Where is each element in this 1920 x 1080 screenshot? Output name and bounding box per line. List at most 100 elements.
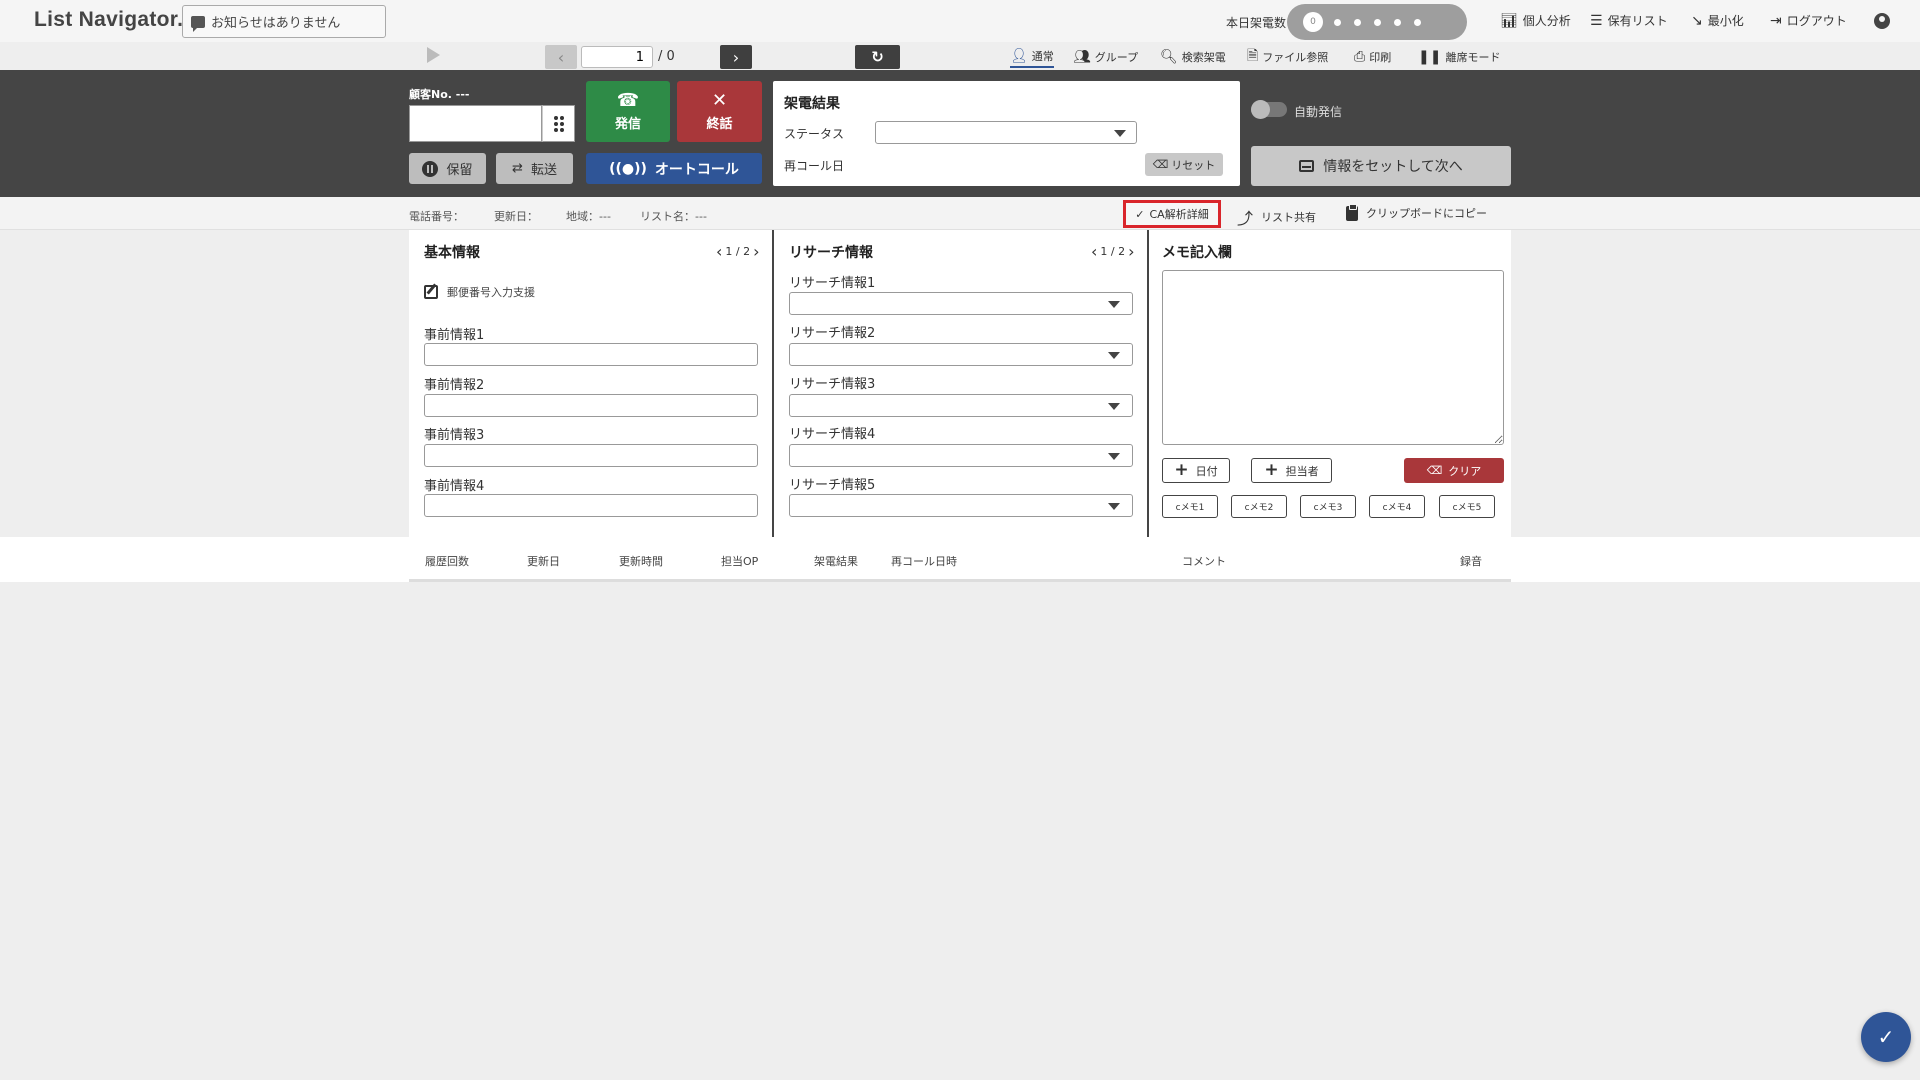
notice-box[interactable]: お知らせはありません: [182, 5, 386, 38]
research-info-5-select[interactable]: [789, 494, 1133, 517]
tab-normal[interactable]: 👤︎ 通常: [1010, 46, 1054, 68]
research-info-5-label: リサーチ情報5: [789, 478, 876, 493]
notice-text: お知らせはありません: [211, 16, 341, 31]
research-info-3-label: リサーチ情報3: [789, 377, 876, 392]
cmemo-2-button[interactable]: cメモ2: [1231, 495, 1287, 518]
next-record-button[interactable]: ›: [720, 45, 752, 69]
daily-calls-progress: 0: [1287, 4, 1467, 40]
reload-button[interactable]: ↻: [855, 45, 900, 69]
navigation-toolbar: ‹ / 0 › ↻ 👤︎ 通常 👥︎ グループ 🔍︎ 検索架電 🗎 ファイル参照…: [0, 42, 1920, 70]
page-number-input[interactable]: [581, 46, 653, 68]
insert-date-button[interactable]: + 日付: [1162, 458, 1230, 483]
tab-away-mode[interactable]: ❚❚ 離席モード: [1418, 46, 1500, 68]
menu-owned-list[interactable]: ☰ 保有リスト: [1590, 12, 1668, 29]
logout-icon: ⇥: [1770, 12, 1782, 29]
pre-info-4-input[interactable]: [424, 494, 758, 517]
transfer-icon: ⇄: [512, 161, 523, 176]
research-info-3-select[interactable]: [789, 394, 1133, 417]
history-col-updated-time: 更新時間: [619, 555, 663, 568]
clear-memo-button[interactable]: ⌫ クリア: [1404, 458, 1504, 483]
pre-info-2-label: 事前情報2: [424, 378, 485, 393]
transfer-button[interactable]: ⇄ 転送: [496, 153, 573, 184]
eraser-icon: ⌫: [1426, 464, 1443, 477]
menu-minimize[interactable]: ↘ 最小化: [1691, 12, 1744, 29]
cmemo-5-button[interactable]: cメモ5: [1439, 495, 1495, 518]
clipboard-icon: [1346, 203, 1358, 221]
dial-button[interactable]: ☎ 発信: [586, 81, 670, 142]
pre-info-1-label: 事前情報1: [424, 328, 485, 343]
history-col-count: 履歴回数: [425, 555, 469, 568]
history-header-divider: [409, 579, 1511, 582]
status-label: ステータス: [784, 127, 845, 141]
autocall-button[interactable]: ((●)) オートコール: [586, 153, 762, 184]
progress-dot: [1414, 18, 1421, 26]
list-icon: ☰: [1590, 12, 1603, 29]
daily-calls-label: 本日架電数: [1226, 16, 1287, 30]
tab-group[interactable]: 👥︎ グループ: [1073, 46, 1138, 68]
pause-icon: ❚❚: [1418, 49, 1442, 65]
inbox-icon: [1299, 160, 1315, 172]
region-info: 地域：---: [566, 210, 611, 223]
research-info-1-label: リサーチ情報1: [789, 276, 876, 291]
tab-file-reference[interactable]: 🗎 ファイル参照: [1247, 46, 1328, 68]
file-icon: 🗎: [1247, 48, 1259, 64]
call-result-panel: 架電結果 ステータス 再コール日 ⌫ リセット: [773, 81, 1240, 186]
list-name-info: リスト名：---: [640, 210, 707, 223]
research-info-2-select[interactable]: [789, 343, 1133, 366]
hang-up-button[interactable]: ✕ 終話: [677, 81, 762, 142]
auto-dial-label: 自動発信: [1294, 105, 1343, 119]
ca-analysis-icon: ✓: [1135, 207, 1145, 221]
chevron-left-icon[interactable]: ‹: [1091, 242, 1097, 261]
set-and-next-button[interactable]: 情報をセットして次へ: [1251, 146, 1511, 186]
record-info-bar: [0, 197, 1920, 230]
chevron-right-icon[interactable]: ›: [753, 242, 759, 261]
progress-dot: [1354, 18, 1361, 26]
ca-analysis-detail-button[interactable]: ✓ CA解析詳細: [1123, 200, 1221, 228]
pre-info-1-input[interactable]: [424, 343, 758, 366]
pre-info-3-input[interactable]: [424, 444, 758, 467]
play-icon[interactable]: [427, 47, 440, 63]
keypad-icon[interactable]: [542, 105, 575, 142]
menu-logout[interactable]: ⇥ ログアウト: [1770, 12, 1847, 29]
share-icon: ⤴: [1237, 209, 1254, 228]
pre-info-3-label: 事前情報3: [424, 428, 485, 443]
print-icon: ⎙: [1354, 49, 1366, 65]
ca-analysis-icon: ✓: [1877, 1025, 1895, 1049]
reset-button[interactable]: ⌫ リセット: [1145, 153, 1223, 176]
memo-textarea[interactable]: [1162, 270, 1504, 445]
cmemo-1-button[interactable]: cメモ1: [1162, 495, 1218, 518]
group-icon: 👥︎: [1073, 49, 1091, 65]
research-info-1-select[interactable]: [789, 292, 1133, 315]
status-select[interactable]: [875, 121, 1137, 144]
history-col-comment: コメント: [1182, 555, 1226, 568]
person-icon: 👤︎: [1010, 48, 1028, 64]
ca-analysis-fab-button[interactable]: ✓: [1861, 1012, 1911, 1062]
call-result-title: 架電結果: [784, 96, 840, 112]
insert-owner-button[interactable]: + 担当者: [1251, 458, 1332, 483]
chevron-right-icon[interactable]: ›: [1128, 242, 1134, 261]
research-info-4-select[interactable]: [789, 444, 1133, 467]
pre-info-2-input[interactable]: [424, 394, 758, 417]
tab-search-call[interactable]: 🔍︎ 検索架電: [1160, 46, 1226, 68]
previous-record-button[interactable]: ‹: [545, 45, 577, 69]
copy-clipboard-button[interactable]: クリップボードにコピー: [1346, 203, 1487, 221]
user-account-icon[interactable]: [1874, 13, 1890, 29]
list-share-button[interactable]: ⤴ リスト共有: [1237, 205, 1316, 229]
app-logo: List Navigator.: [34, 8, 184, 31]
research-info-title: リサーチ情報: [789, 245, 873, 261]
hold-button[interactable]: 保留: [409, 153, 486, 184]
history-table-header: [0, 537, 1920, 582]
cmemo-4-button[interactable]: cメモ4: [1369, 495, 1425, 518]
postal-code-assist-button[interactable]: 郵便番号入力支援: [424, 284, 535, 300]
phone-number-info: 電話番号：: [409, 210, 464, 223]
customer-number-input[interactable]: [409, 105, 542, 142]
recall-date-label: 再コール日: [784, 159, 845, 173]
auto-dial-toggle[interactable]: [1251, 100, 1287, 119]
menu-personal-analysis[interactable]: 📊︎ 個人分析: [1500, 12, 1571, 29]
plus-icon: +: [1174, 460, 1189, 480]
basic-info-title: 基本情報: [424, 245, 480, 261]
minimize-icon: ↘: [1691, 12, 1703, 29]
chevron-left-icon[interactable]: ‹: [716, 242, 722, 261]
tab-print[interactable]: ⎙ 印刷: [1354, 46, 1391, 68]
cmemo-3-button[interactable]: cメモ3: [1300, 495, 1356, 518]
